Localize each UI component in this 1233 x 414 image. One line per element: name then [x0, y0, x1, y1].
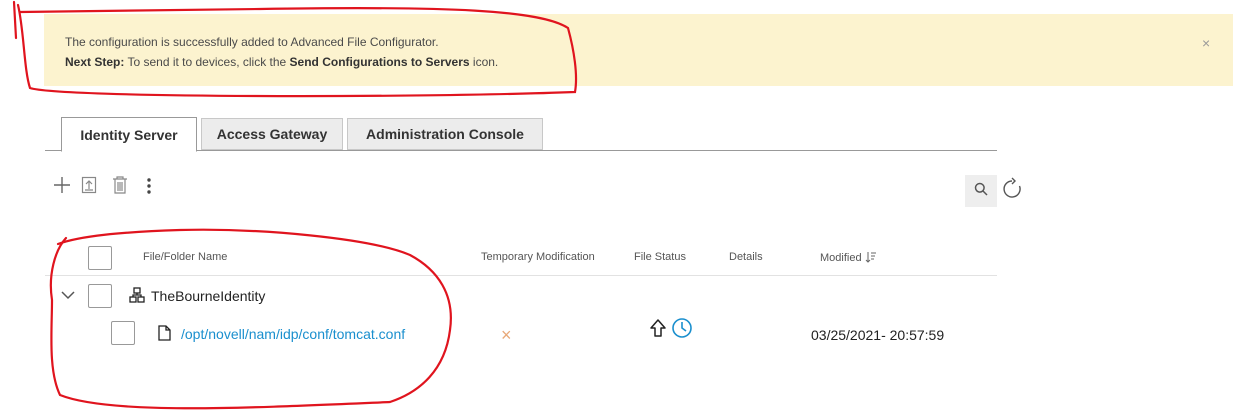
delete-icon[interactable] [111, 175, 129, 200]
sort-descending-icon[interactable] [865, 252, 877, 264]
column-file-status[interactable]: File Status [634, 251, 686, 263]
chevron-down-icon[interactable] [61, 287, 75, 305]
temporary-modification-indicator: × [501, 325, 512, 345]
table-header: File/Folder Name Temporary Modification … [45, 240, 997, 276]
next-step-action: Send Configurations to Servers [289, 55, 470, 69]
banner-close-button[interactable]: × [1202, 35, 1210, 51]
banner-message: The configuration is successfully added … [65, 35, 439, 49]
next-step-text-end: icon. [469, 55, 499, 69]
row-checkbox[interactable] [111, 321, 135, 345]
add-icon[interactable] [53, 176, 71, 199]
more-options-icon[interactable] [146, 177, 152, 200]
tab-administration-console[interactable]: Administration Console [347, 118, 543, 150]
tab-identity-server[interactable]: Identity Server [61, 117, 197, 152]
row-checkbox[interactable] [88, 284, 112, 308]
search-button[interactable] [965, 175, 997, 207]
file-path-link[interactable]: /opt/novell/nam/idp/conf/tomcat.conf [181, 326, 405, 342]
column-file-folder-name[interactable]: File/Folder Name [143, 251, 227, 263]
table-row-file: /opt/novell/nam/idp/conf/tomcat.conf × 0… [45, 315, 997, 353]
modified-timestamp: 03/25/2021- 20:57:59 [811, 327, 945, 343]
tab-bar: Identity Server Access Gateway Administr… [45, 117, 997, 152]
file-icon [158, 325, 171, 346]
column-modified-label: Modified [820, 252, 862, 264]
clock-pending-icon[interactable] [671, 317, 693, 344]
search-icon [974, 182, 988, 201]
export-icon[interactable] [81, 176, 97, 199]
select-all-checkbox[interactable] [88, 246, 112, 270]
table-row-server: TheBourneIdentity [45, 277, 997, 315]
next-step-text: To send it to devices, click the [124, 55, 290, 69]
tab-access-gateway[interactable]: Access Gateway [201, 118, 343, 150]
next-step-label: Next Step: [65, 55, 125, 69]
server-group-icon [129, 287, 145, 308]
notification-banner: The configuration is successfully added … [44, 14, 1233, 86]
refresh-icon[interactable] [1000, 177, 1024, 206]
upload-arrow-icon[interactable] [649, 318, 667, 343]
banner-next-step: Next Step: To send it to devices, click … [65, 55, 498, 69]
server-name[interactable]: TheBourneIdentity [151, 288, 265, 304]
column-temporary-modification[interactable]: Temporary Modification [481, 251, 595, 263]
column-modified[interactable]: Modified [820, 251, 877, 264]
column-details[interactable]: Details [729, 251, 763, 263]
